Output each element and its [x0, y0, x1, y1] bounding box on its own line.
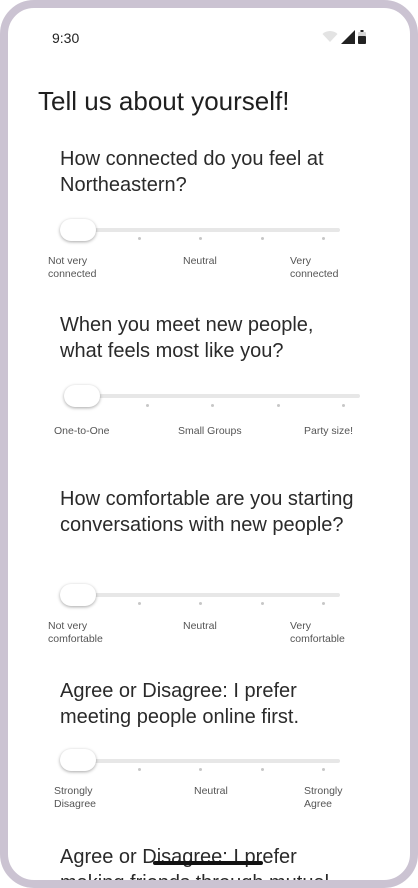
slider-tick [277, 404, 280, 407]
slider-tick [199, 768, 202, 771]
slider-tick [261, 237, 264, 240]
question-meet-people-text: When you meet new people, what feels mos… [60, 314, 314, 362]
slider-thumb[interactable] [60, 749, 96, 771]
status-bar: 9:30 [8, 8, 410, 68]
slider-label-mid: Small Groups [178, 425, 242, 437]
slider-tick [322, 602, 325, 605]
slider-tick [138, 237, 141, 240]
slider-track [70, 593, 340, 597]
slider-tick [138, 602, 141, 605]
status-icons [322, 30, 366, 44]
slider-track [78, 394, 360, 398]
slider-label-min: Strongly Disagree [54, 785, 97, 810]
question-comfortable-text: How comfortable are you starting convers… [60, 488, 354, 536]
slider-label-min: Not very comfortable [48, 620, 103, 645]
slider-tick [199, 237, 202, 240]
slider-tick [146, 404, 149, 407]
question-mutual-friends-text: Agree or Disagree: I prefer making frien… [60, 846, 330, 888]
slider-tick [342, 404, 345, 407]
slider-track [70, 759, 340, 763]
battery-icon [358, 30, 366, 44]
slider-label-mid: Neutral [194, 785, 228, 797]
slider-tick [261, 602, 264, 605]
slider-tick [322, 768, 325, 771]
slider-tick [261, 768, 264, 771]
slider-tick [138, 768, 141, 771]
slider-label-min: One-to-One [54, 425, 110, 437]
question-connected-text: How connected do you feel at Northeaster… [60, 148, 324, 196]
slider-label-max: Strongly Agree [304, 785, 343, 810]
slider-tick [211, 404, 214, 407]
slider-label-min: Not very connected [48, 255, 97, 280]
page-title: Tell us about yourself! [38, 86, 290, 116]
slider-thumb[interactable] [60, 219, 96, 241]
status-time: 9:30 [52, 30, 80, 46]
wifi-icon [322, 31, 338, 42]
home-indicator[interactable] [153, 861, 263, 865]
slider-thumb[interactable] [64, 385, 100, 407]
slider-label-mid: Neutral [183, 620, 217, 632]
question-online-text: Agree or Disagree: I prefer meeting peop… [60, 680, 300, 728]
slider-tick [322, 237, 325, 240]
slider-track [70, 228, 340, 232]
slider-label-max: Very connected [290, 255, 339, 280]
slider-thumb[interactable] [60, 584, 96, 606]
cellular-signal-icon [341, 30, 355, 44]
slider-label-max: Very comfortable [290, 620, 345, 645]
slider-tick [199, 602, 202, 605]
slider-label-mid: Neutral [183, 255, 217, 267]
slider-label-max: Party size! [304, 425, 354, 437]
phone-frame: 9:30 Tell us about yourself! How connect… [0, 0, 418, 888]
